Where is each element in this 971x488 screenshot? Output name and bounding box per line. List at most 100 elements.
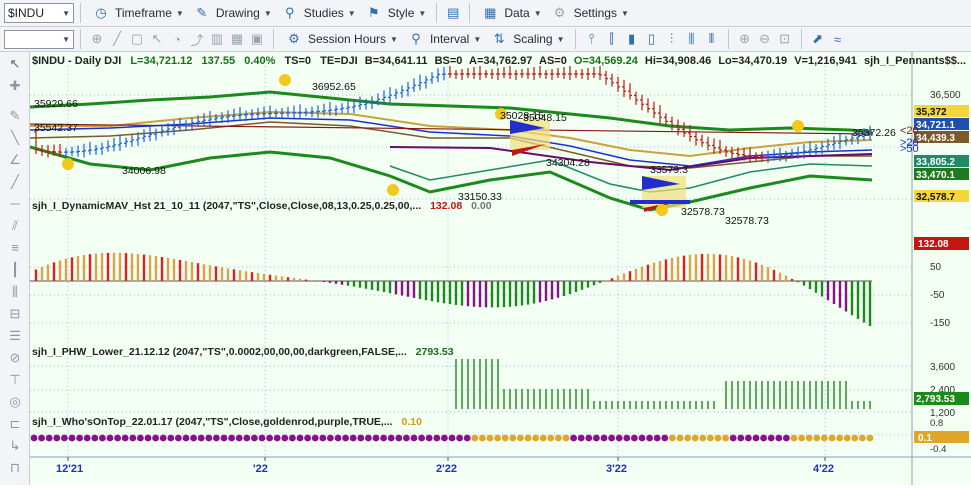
pitchfork-tool-icon[interactable]: ⫼ bbox=[6, 284, 24, 300]
who-dot bbox=[745, 434, 752, 442]
style-menu[interactable]: ⚑ Style ▼ bbox=[360, 2, 431, 24]
who-dot bbox=[805, 434, 813, 442]
drawing-menu[interactable]: ✎ Drawing ▼ bbox=[188, 2, 276, 24]
template-icon[interactable]: ▣ bbox=[247, 29, 267, 49]
who-dot bbox=[631, 434, 638, 442]
chevron-down-icon: ▼ bbox=[62, 34, 70, 44]
pointer-icon[interactable]: ↖ bbox=[6, 56, 24, 72]
who-dot bbox=[273, 434, 281, 442]
studies-menu[interactable]: ⚲ Studies ▼ bbox=[276, 2, 360, 24]
style-icon: ⚑ bbox=[367, 5, 380, 20]
volume-bars-icon[interactable]: ⫼ bbox=[682, 29, 702, 49]
gann-tool-icon[interactable]: ⊟ bbox=[6, 306, 24, 322]
heikin-icon[interactable]: ⫶ bbox=[662, 29, 682, 49]
session-hours-menu[interactable]: ⚙ Session Hours ▼ bbox=[280, 28, 402, 50]
pivot-dot bbox=[792, 120, 804, 132]
symbol-selector[interactable]: $INDU ▼ bbox=[4, 3, 74, 23]
fib-tool-icon[interactable]: ≡ bbox=[6, 240, 24, 256]
who-dot bbox=[357, 434, 365, 442]
bar-chart-icon[interactable]: ⫯ bbox=[582, 29, 602, 49]
who-dot bbox=[859, 434, 866, 442]
draw-line-icon[interactable]: ╱ bbox=[107, 29, 127, 49]
who-dot bbox=[190, 434, 198, 442]
who-dot bbox=[798, 434, 805, 442]
magnet-icon[interactable]: ⊓ bbox=[6, 460, 24, 476]
drawing-label: Drawing bbox=[215, 6, 260, 20]
who-dot bbox=[372, 434, 380, 442]
timeframe-menu[interactable]: ◷ Timeframe ▼ bbox=[87, 2, 188, 24]
chart-icon[interactable]: ▥ bbox=[207, 29, 227, 49]
ray-tool-icon[interactable]: ╱ bbox=[6, 174, 24, 190]
brush-icon[interactable]: ✎ bbox=[6, 108, 24, 124]
ohlc-icon[interactable]: ⫿ bbox=[602, 29, 622, 49]
phw-tag-text: 2,793.53 bbox=[916, 394, 955, 405]
rectangle-icon[interactable]: ▢ bbox=[127, 29, 147, 49]
who-dot bbox=[539, 434, 547, 442]
data-label: Data bbox=[504, 6, 530, 20]
price-annotation: 35048.15 bbox=[523, 112, 567, 124]
add-chart-icon[interactable]: ⬈ bbox=[808, 29, 828, 49]
pivot-dot bbox=[656, 204, 668, 216]
chart-canvas[interactable]: 35929.6635542.3734006.9836952.6533150.33… bbox=[29, 52, 971, 485]
who-dot bbox=[76, 434, 83, 442]
hollow-candle-icon[interactable]: ▯ bbox=[642, 29, 662, 49]
range-bars-icon[interactable]: ⦀ bbox=[702, 29, 722, 49]
zoom-out-icon[interactable]: ⊖ bbox=[755, 29, 775, 49]
who-dot bbox=[30, 434, 38, 442]
interval-input[interactable]: ▼ bbox=[4, 29, 74, 49]
who-dot bbox=[152, 434, 159, 442]
hline-tool-icon[interactable]: ─ bbox=[6, 196, 24, 212]
channel-tool-icon[interactable]: ⫽ bbox=[6, 218, 24, 234]
crosshair-icon[interactable]: ⊕ bbox=[87, 29, 107, 49]
interval-menu[interactable]: ⚲ Interval ▼ bbox=[402, 28, 485, 50]
chevron-down-icon: ▼ bbox=[347, 8, 356, 18]
who-dot bbox=[266, 434, 273, 442]
time-tick-label: 12'21 bbox=[56, 463, 83, 475]
who-dot bbox=[843, 434, 851, 442]
speed-line-icon[interactable]: ⊘ bbox=[6, 350, 24, 366]
levels-tool-icon[interactable]: ☰ bbox=[6, 328, 24, 344]
layout-icon[interactable]: ▤ bbox=[443, 3, 463, 23]
candlestick-icon[interactable]: ▮ bbox=[622, 29, 642, 49]
cursor-icon[interactable]: ↖ bbox=[147, 29, 167, 49]
who-dot bbox=[707, 434, 714, 442]
compare-icon[interactable]: ≈ bbox=[828, 29, 848, 49]
who-panel-label: sjh_I_Who'sOnTop_22.01.17 (2047,"TS",Clo… bbox=[32, 416, 422, 428]
who-dot bbox=[577, 434, 585, 442]
angle-tool-icon[interactable]: ∠ bbox=[6, 152, 24, 168]
grid-icon[interactable]: ▦ bbox=[227, 29, 247, 49]
data-menu[interactable]: ▦ Data ▼ bbox=[476, 2, 545, 24]
gauge-icon[interactable]: ◔ bbox=[167, 29, 187, 49]
price-tag-text: 34,721.1 bbox=[916, 120, 955, 131]
who-dot bbox=[258, 434, 266, 442]
chart-area[interactable]: 35929.66 35542.37 34006.98 36952.65 33150.33… bbox=[29, 52, 971, 485]
chevron-down-icon: ▼ bbox=[62, 8, 70, 18]
who-dot bbox=[471, 434, 479, 442]
who-dot bbox=[228, 434, 236, 442]
who-dot bbox=[129, 434, 137, 442]
who-dot bbox=[821, 434, 828, 442]
who-dot bbox=[182, 434, 190, 442]
gear-icon: ⚙ bbox=[553, 5, 566, 20]
text-tool-icon[interactable]: ⊤ bbox=[6, 372, 24, 388]
who-dot bbox=[790, 434, 798, 442]
who-dot bbox=[509, 434, 517, 442]
who-dot bbox=[319, 434, 327, 442]
zoom-in-icon[interactable]: ⊕ bbox=[735, 29, 755, 49]
settings-menu[interactable]: ⚙ Settings ▼ bbox=[546, 2, 633, 24]
zoom-box-icon[interactable]: ⊡ bbox=[775, 29, 795, 49]
bracket-tool-icon[interactable]: ⊏ bbox=[6, 416, 24, 432]
ellipse-tool-icon[interactable]: ◎ bbox=[6, 394, 24, 410]
price-annotation: 35929.66 bbox=[34, 98, 78, 110]
who-tick-label: -0.4 bbox=[930, 444, 946, 455]
who-dot bbox=[562, 434, 570, 442]
scaling-menu[interactable]: ⇅ Scaling ▼ bbox=[485, 28, 568, 50]
who-dot bbox=[722, 434, 729, 442]
vline-tool-icon[interactable]: ┃ bbox=[6, 262, 24, 278]
trend-icon[interactable]: ⤴ bbox=[187, 29, 207, 49]
who-dot bbox=[479, 434, 486, 442]
arrow-tool-icon[interactable]: ↳ bbox=[6, 438, 24, 454]
crosshair-tool-icon[interactable]: ✚ bbox=[6, 78, 24, 94]
who-dot bbox=[83, 434, 91, 442]
line-tool-icon[interactable]: ╲ bbox=[6, 130, 24, 146]
